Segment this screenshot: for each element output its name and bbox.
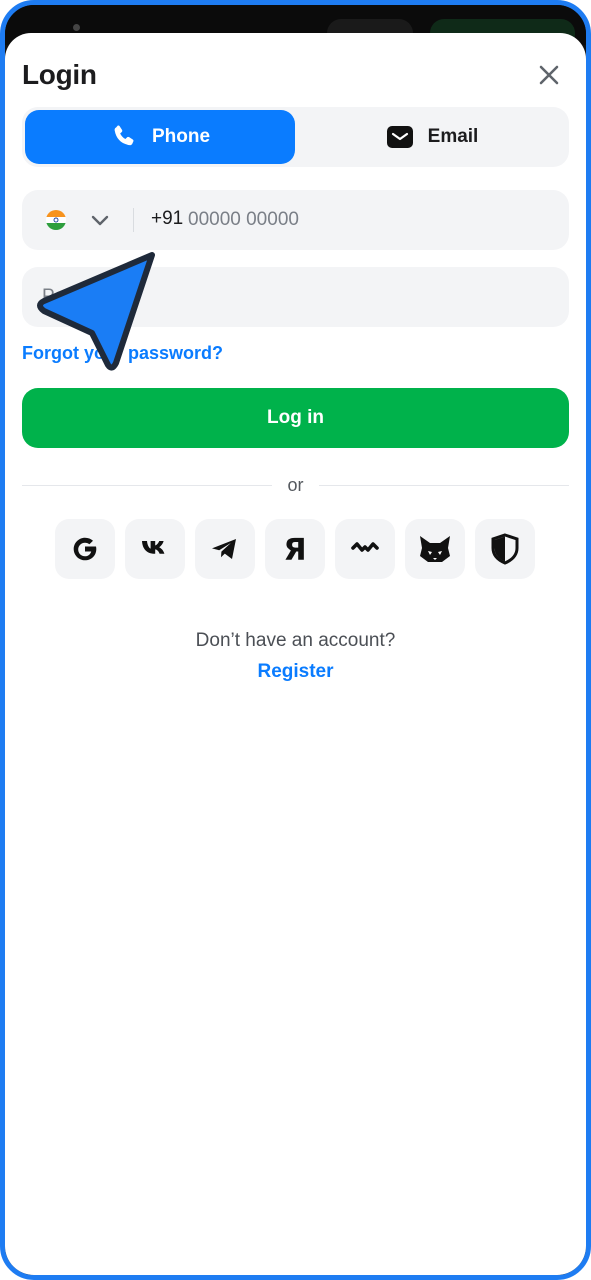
yandex-icon: Я [283,533,306,567]
shield-icon [491,533,519,565]
google-login-button[interactable] [55,519,115,579]
phone-input[interactable] [188,200,548,240]
google-icon [73,537,97,561]
register-link[interactable]: Register [5,661,586,683]
metamask-login-button[interactable] [405,519,465,579]
divider-text: or [287,475,304,495]
svg-text:Я: Я [283,533,306,567]
login-button[interactable]: Log in [22,388,569,448]
telegram-login-button[interactable] [195,519,255,579]
login-sheet: Login Phone Email +91 00000 00000 Forgot… [5,33,586,1275]
close-button[interactable] [535,61,563,89]
chevron-down-icon[interactable] [90,210,110,230]
telegram-icon [212,539,236,559]
or-divider: or [22,473,569,497]
cursor-pointer-icon [37,252,155,371]
no-account-text: Don’t have an account? [195,630,396,651]
field-separator [133,208,134,232]
camera-dot [73,24,80,31]
tab-phone[interactable]: Phone [25,110,295,164]
login-method-tabs: Phone Email [22,107,569,167]
tab-email[interactable]: Email [297,110,567,164]
tab-email-label: Email [427,126,479,147]
country-code: +91 [151,208,184,229]
device-frame: Login Phone Email +91 00000 00000 Forgot… [0,0,591,1280]
phone-icon [114,125,134,146]
social-login-buttons: Я [55,519,545,579]
secure-login-button[interactable] [475,519,535,579]
tab-phone-label: Phone [151,126,211,147]
vk-icon [142,541,165,554]
close-icon [539,65,559,85]
mail-icon [386,126,413,148]
walletconnect-login-button[interactable] [335,519,395,579]
yandex-login-button[interactable]: Я [265,519,325,579]
metamask-icon [420,536,450,562]
vk-login-button[interactable] [125,519,185,579]
india-flag-icon[interactable] [46,210,66,230]
walletconnect-icon [351,542,379,552]
page-title: Login [22,59,97,90]
